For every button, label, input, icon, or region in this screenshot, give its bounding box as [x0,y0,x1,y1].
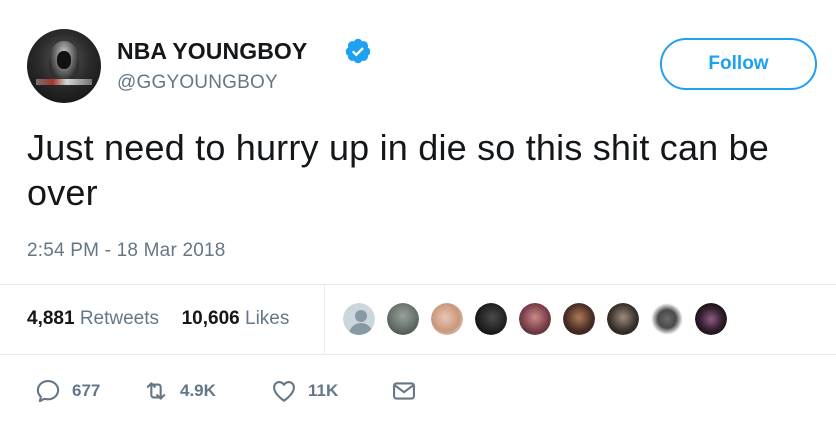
liker-avatar[interactable] [693,301,729,337]
stats-separator [324,284,325,354]
heart-icon [273,380,295,402]
likes-count: 10,606 [181,308,240,329]
display-name[interactable]: NBA YOUNGBOY [117,38,307,65]
retweets-stat[interactable]: 4,881 Retweets [27,308,164,329]
reply-count: 677 [72,381,101,400]
like-action[interactable]: 11K [270,376,338,406]
liker-avatar[interactable] [473,301,509,337]
follow-button[interactable]: Follow [660,38,817,90]
likes-label: Likes [245,308,290,329]
divider-bottom [0,354,836,355]
liker-avatar[interactable] [517,301,553,337]
avatar-face-shadow [57,51,71,69]
retweet-icon [146,382,166,400]
retweets-count: 4,881 [27,308,75,329]
liker-avatar[interactable] [561,301,597,337]
liker-avatar[interactable] [429,301,465,337]
liker-avatar[interactable] [649,301,685,337]
envelope-icon [393,382,415,400]
retweets-label: Retweets [79,308,160,329]
reply-action[interactable]: 677 [34,376,100,406]
liker-avatar[interactable] [605,301,641,337]
tweet-timestamp[interactable]: 2:54 PM - 18 Mar 2018 [27,240,226,262]
liker-avatar[interactable] [385,301,421,337]
retweet-count: 4.9K [180,381,216,400]
divider-top [0,284,836,285]
tweet-card: NBA YOUNGBOY @GGYOUNGBOY Follow Just nee… [0,0,836,444]
avatar-banner-strip [36,79,92,85]
like-count: 11K [308,381,339,400]
retweet-action[interactable]: 4.9K [142,376,216,406]
avatar[interactable] [27,29,101,103]
verified-badge-icon [345,38,371,64]
tweet-stats: 4,881 Retweets 10,606 Likes [27,308,289,330]
tweet-text: Just need to hurry up in die so this shi… [27,127,770,213]
likes-stat[interactable]: 10,606 Likes [182,308,290,329]
dm-action[interactable] [390,376,418,406]
reply-icon [36,380,60,403]
user-handle[interactable]: @GGYOUNGBOY [117,72,278,94]
liker-avatar[interactable] [341,301,377,337]
